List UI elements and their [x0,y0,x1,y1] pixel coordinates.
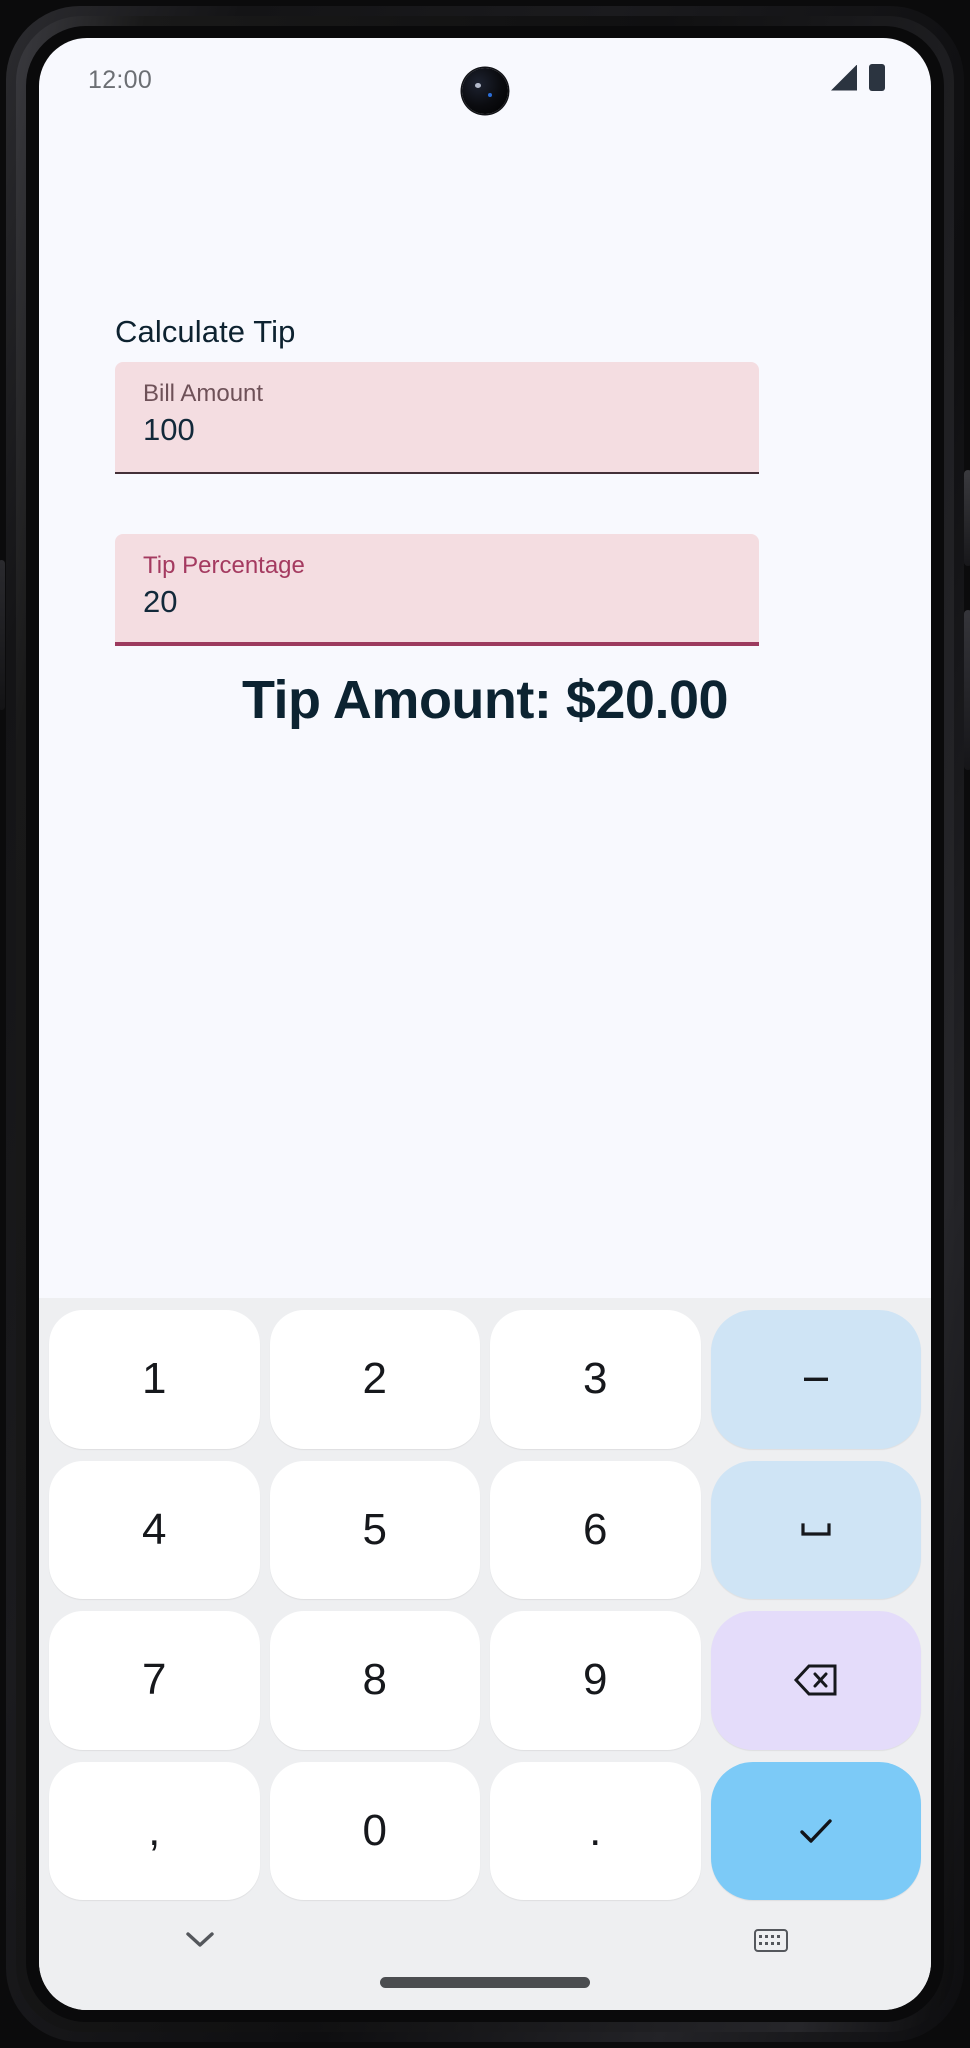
bill-amount-field[interactable]: Bill Amount 100 [115,362,759,474]
phone-device-frame: 12:00 Calculate Tip Bill Amount 100 Tip … [0,0,970,2048]
page-title: Calculate Tip [115,314,296,349]
key-7[interactable]: 7 [49,1611,260,1750]
key-6[interactable]: 6 [490,1460,701,1599]
key-comma[interactable]: , [49,1761,260,1900]
key-5-label: 5 [362,1504,387,1554]
switch-keyboard-button[interactable] [751,1920,791,1960]
keyboard-key-grid: 1 2 3 4 5 6 7 8 9 , 0 . [49,1310,921,1900]
tip-percentage-underline [115,642,759,646]
key-5[interactable]: 5 [269,1460,480,1599]
key-8-label: 8 [362,1655,387,1705]
bill-amount-input[interactable]: 100 [143,412,195,448]
status-bar-icons [831,64,885,91]
on-screen-keyboard: 1 2 3 4 5 6 7 8 9 , 0 . [39,1298,931,2010]
key-minus[interactable] [710,1310,921,1449]
signal-icon [831,64,857,91]
app-content: Calculate Tip Bill Amount 100 Tip Percen… [39,124,931,1298]
key-6-label: 6 [583,1504,608,1554]
bill-amount-label: Bill Amount [143,380,264,407]
key-enter[interactable] [710,1761,921,1900]
volume-button[interactable] [964,610,970,770]
power-button[interactable] [964,470,970,566]
space-bar-icon [801,1523,831,1536]
bill-amount-underline [115,472,759,474]
status-bar: 12:00 [39,38,931,124]
battery-icon [869,64,885,91]
key-space[interactable] [710,1460,921,1599]
hide-keyboard-button[interactable] [179,1918,221,1960]
keyboard-bottom-bar [39,1900,931,2010]
key-9[interactable]: 9 [490,1611,701,1750]
key-1-label: 1 [142,1354,167,1404]
tip-amount-result: Tip Amount: $20.00 [241,670,729,730]
key-period-label: . [589,1805,602,1855]
keyboard-icon [754,1928,788,1952]
key-9-label: 9 [583,1655,608,1705]
key-8[interactable]: 8 [269,1611,480,1750]
key-3[interactable]: 3 [490,1310,701,1449]
camera-lens-reflection [488,93,492,97]
key-period[interactable]: . [490,1761,701,1900]
tip-percentage-input[interactable]: 20 [143,584,177,620]
status-bar-clock: 12:00 [88,66,153,94]
key-2-label: 2 [362,1354,387,1404]
key-1[interactable]: 1 [49,1310,260,1449]
minus-icon [803,1377,828,1382]
tip-percentage-field[interactable]: Tip Percentage 20 [115,534,759,646]
key-4[interactable]: 4 [49,1460,260,1599]
left-side-button[interactable] [0,560,5,710]
home-indicator[interactable] [380,1977,590,1988]
key-3-label: 3 [583,1354,608,1404]
key-0[interactable]: 0 [269,1761,480,1900]
front-camera-punch-hole-icon [462,68,508,114]
chevron-down-icon [186,1932,214,1947]
tip-percentage-label: Tip Percentage [143,552,305,579]
key-4-label: 4 [142,1504,167,1554]
key-backspace[interactable] [710,1611,921,1750]
phone-screen: 12:00 Calculate Tip Bill Amount 100 Tip … [39,38,931,2010]
checkmark-icon [800,1819,832,1843]
backspace-icon [793,1664,837,1696]
key-7-label: 7 [142,1655,167,1705]
key-0-label: 0 [362,1805,387,1855]
key-2[interactable]: 2 [269,1310,480,1449]
key-comma-label: , [148,1805,161,1855]
